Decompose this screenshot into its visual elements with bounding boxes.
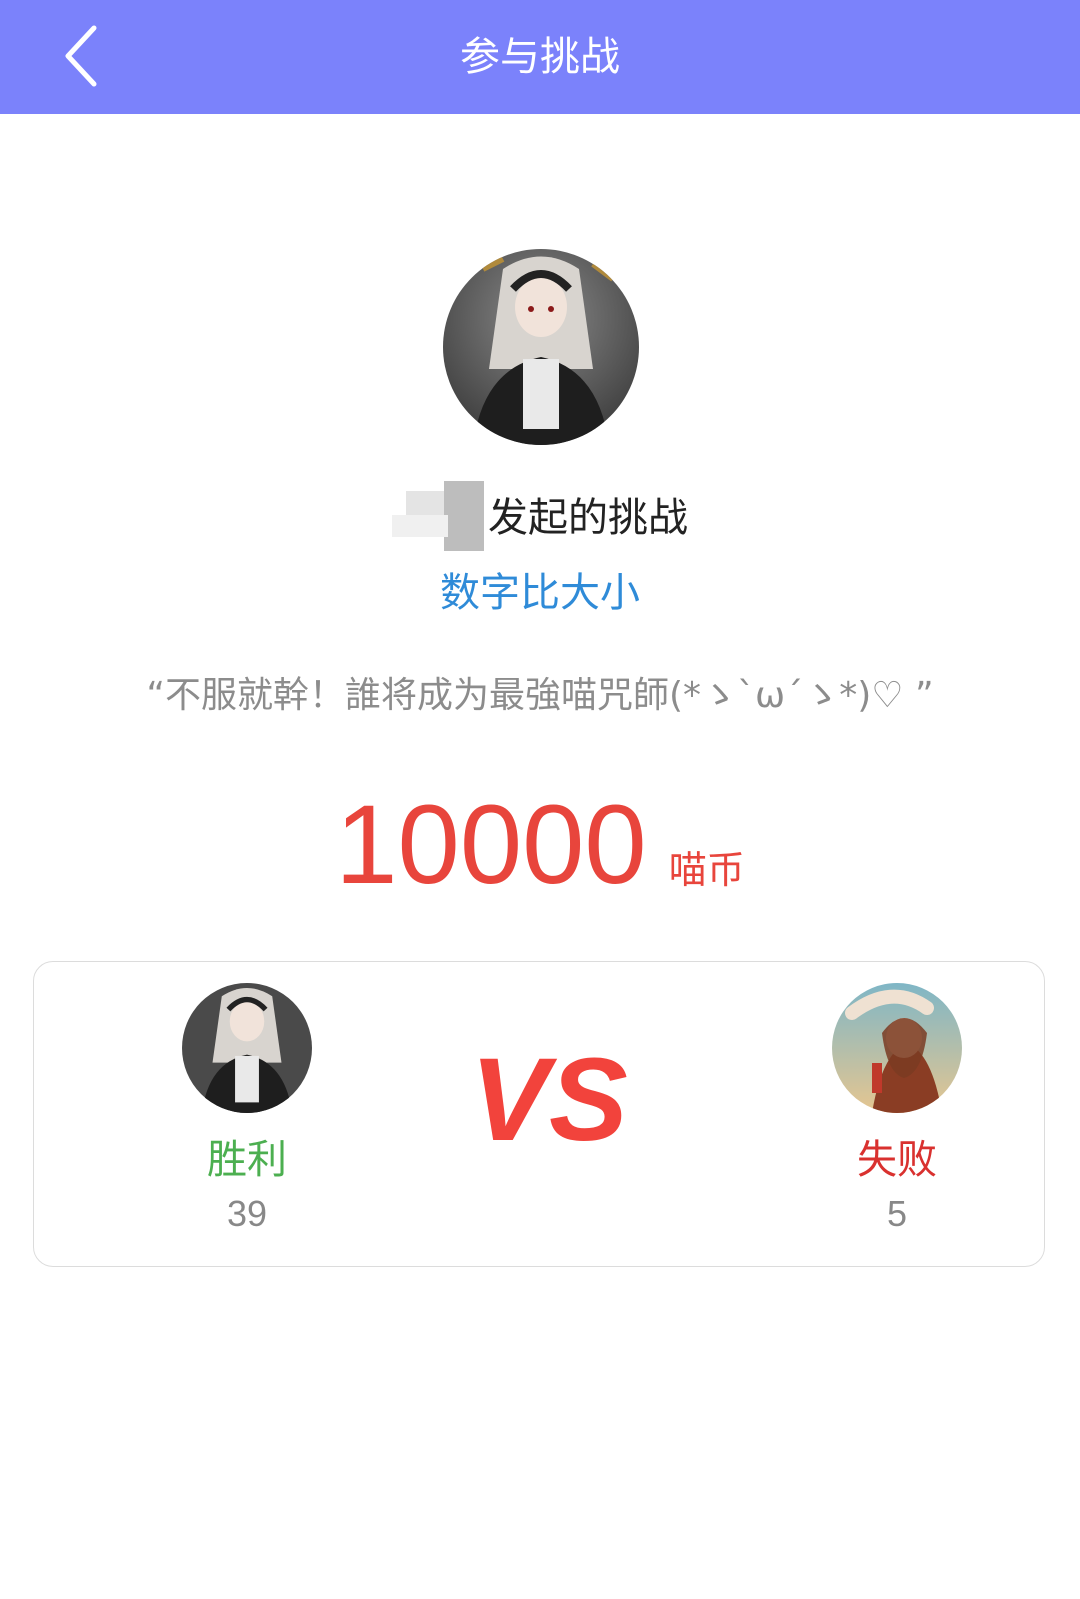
svg-text:VS: VS	[470, 1034, 627, 1162]
lose-count: 5	[886, 1193, 908, 1234]
vs-card: 胜利 39 VS 失败 5	[33, 961, 1045, 1267]
win-count: 39	[226, 1193, 268, 1234]
game-type: 数字比大小	[440, 570, 640, 616]
stake-amount: 10000	[335, 782, 647, 907]
initiator-line: 发起的挑战	[0, 478, 1080, 558]
player-right-avatar[interactable]	[832, 983, 962, 1113]
chevron-left-icon	[65, 25, 97, 87]
player-right: 失败 5	[797, 962, 997, 1235]
avatar-image	[182, 983, 312, 1113]
result-win-label: 胜利	[207, 1137, 287, 1183]
stake: 10000 喵币	[0, 780, 1080, 909]
player-left: 胜利 39	[147, 962, 347, 1235]
blurred-username	[392, 481, 484, 551]
result-lose-label: 失败	[857, 1137, 937, 1183]
initiator-suffix: 发起的挑战	[488, 495, 688, 541]
challenge-slogan: “不服就幹！誰将成为最強喵咒師(*ゝ`ω´ゝ*)♡ ”	[146, 675, 934, 716]
page-title: 参与挑战	[460, 34, 620, 80]
stake-unit: 喵币	[668, 848, 745, 892]
back-button[interactable]	[52, 18, 132, 98]
avatar-image	[443, 249, 639, 445]
player-left-avatar[interactable]	[182, 983, 312, 1113]
initiator-avatar[interactable]	[443, 249, 639, 445]
top-bar: 参与挑战	[0, 0, 1080, 114]
vs-mark: VS	[470, 1034, 627, 1162]
avatar-image	[832, 983, 962, 1113]
